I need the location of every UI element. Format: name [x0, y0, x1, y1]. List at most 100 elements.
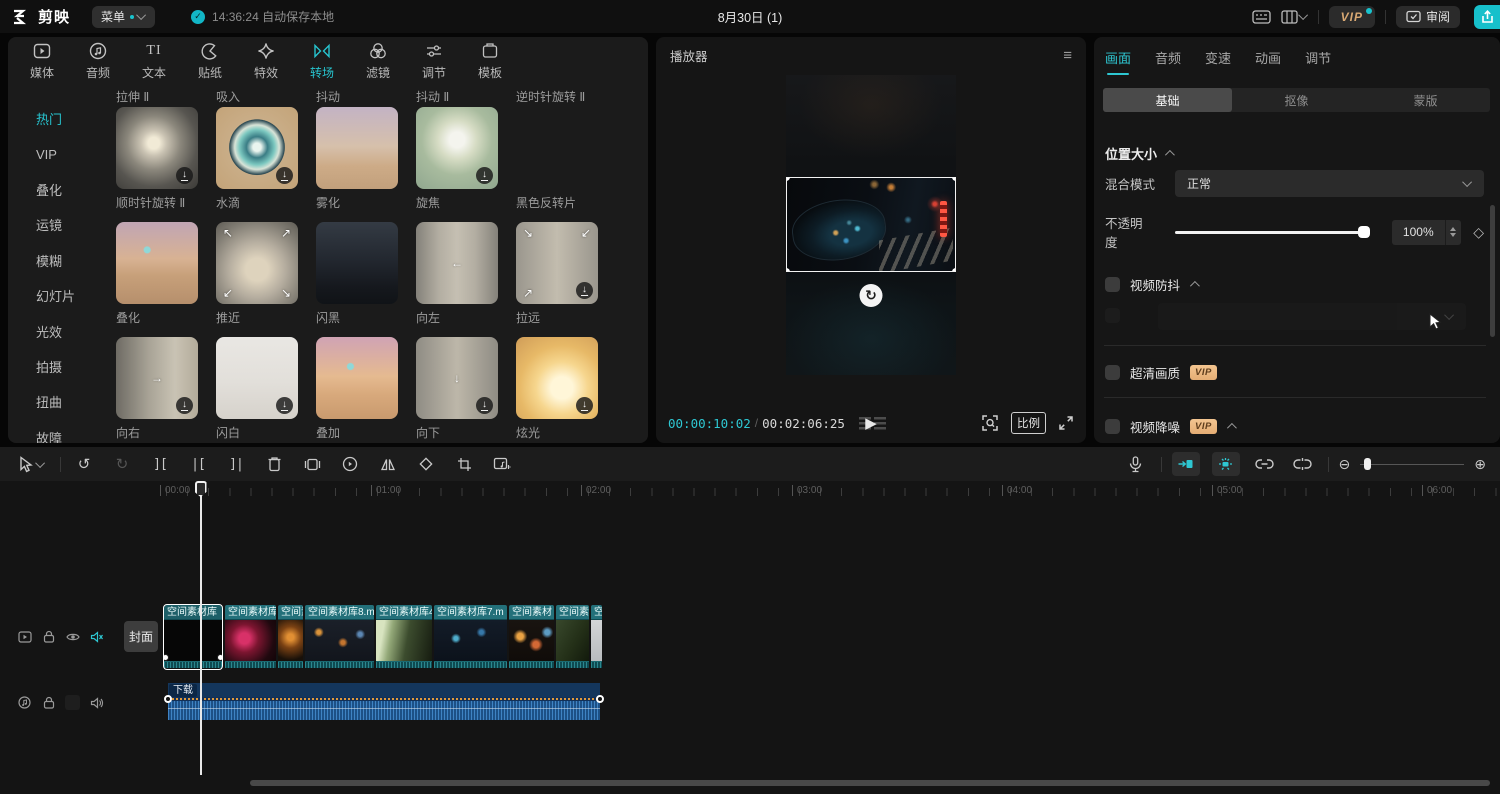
tab-adjust[interactable]: 调节: [406, 37, 462, 85]
playhead-line[interactable]: [200, 483, 202, 775]
transition-item[interactable]: 闪黑: [316, 222, 398, 337]
timeline-zoom-slider[interactable]: [1360, 457, 1464, 471]
tab-audio[interactable]: 音频: [70, 37, 126, 85]
keyframe-icon[interactable]: ◇: [1473, 224, 1484, 241]
volume-line[interactable]: [168, 698, 600, 700]
app-logo[interactable]: 剪映: [12, 6, 70, 27]
category-blur[interactable]: 模糊: [8, 243, 108, 278]
transition-item[interactable]: ↓ 水滴: [216, 107, 298, 222]
transition-item[interactable]: ↘↙ ↗↖ ↓ 拉远: [516, 222, 598, 337]
trim-handle[interactable]: [217, 654, 222, 661]
resize-handle[interactable]: [952, 268, 956, 272]
video-clip[interactable]: 空: [591, 605, 602, 669]
review-button[interactable]: 审阅: [1396, 6, 1460, 28]
subtab-chroma-key[interactable]: 抠像: [1232, 88, 1361, 112]
denoise-checkbox[interactable]: [1105, 419, 1120, 434]
overlay-button[interactable]: [299, 451, 325, 477]
rotate-button[interactable]: [413, 451, 439, 477]
transition-item[interactable]: ← 向左: [416, 222, 498, 337]
redo-button[interactable]: ↻: [109, 451, 135, 477]
transition-item[interactable]: ↖↗ ↙↘ 推近: [216, 222, 298, 337]
preview-focus-icon[interactable]: [981, 414, 999, 432]
delete-left-button[interactable]: |[: [185, 451, 211, 477]
transition-item[interactable]: →↓ 向右: [116, 337, 198, 443]
zoom-out-icon[interactable]: ⊖: [1339, 456, 1351, 473]
player-menu-icon[interactable]: ≡: [1063, 47, 1072, 64]
tab-animation[interactable]: 动画: [1255, 48, 1281, 75]
resize-handle[interactable]: [786, 268, 790, 272]
stabilize-checkbox[interactable]: [1105, 277, 1120, 292]
detach-audio-button[interactable]: [489, 451, 515, 477]
category-glitch[interactable]: 故障: [8, 420, 108, 443]
opacity-value[interactable]: 100%: [1392, 220, 1445, 245]
resize-handle[interactable]: [952, 177, 956, 181]
timeline-ruler[interactable]: [166, 488, 1500, 496]
tab-sticker[interactable]: 贴纸: [182, 37, 238, 85]
tab-adjust-props[interactable]: 调节: [1305, 48, 1331, 75]
resize-handle[interactable]: [786, 177, 790, 181]
opacity-stepper[interactable]: [1445, 220, 1462, 245]
tab-speed[interactable]: 变速: [1205, 48, 1231, 75]
video-clip-selected[interactable]: 空间素材库: [164, 605, 222, 669]
delete-right-button[interactable]: ]|: [223, 451, 249, 477]
category-dissolve[interactable]: 叠化: [8, 172, 108, 207]
rotate-handle[interactable]: ↻: [860, 284, 883, 307]
tab-video[interactable]: 画面: [1105, 48, 1131, 75]
mirror-button[interactable]: [375, 451, 401, 477]
audio-clip[interactable]: 下载: [168, 683, 600, 720]
horizontal-scrollbar[interactable]: [250, 780, 1490, 786]
category-vip[interactable]: VIP: [8, 136, 108, 171]
section-position-size[interactable]: 位置大小: [1105, 144, 1172, 163]
selected-video-layer[interactable]: [786, 177, 956, 272]
split-button[interactable]: ][: [147, 451, 173, 477]
freeze-frame-button[interactable]: [337, 451, 363, 477]
subtab-mask[interactable]: 蒙版: [1361, 88, 1490, 112]
category-camera-move[interactable]: 运镜: [8, 207, 108, 242]
shortcut-keyboard-icon[interactable]: [1252, 10, 1271, 24]
lock-icon[interactable]: [41, 695, 56, 710]
volume-keyframe-handle[interactable]: [596, 695, 604, 703]
category-slideshow[interactable]: 幻灯片: [8, 278, 108, 313]
category-warp[interactable]: 扭曲: [8, 384, 108, 419]
aspect-ratio-button[interactable]: 比例: [1011, 412, 1046, 434]
zoom-in-icon[interactable]: ⊕: [1474, 456, 1486, 473]
tab-text[interactable]: TI 文本: [126, 37, 182, 85]
subtab-basic[interactable]: 基础: [1103, 88, 1232, 112]
opacity-slider[interactable]: [1175, 225, 1368, 239]
transition-item[interactable]: 叠加: [316, 337, 398, 443]
layout-switch-button[interactable]: [1281, 10, 1308, 24]
category-shoot[interactable]: 拍摄: [8, 349, 108, 384]
scrollbar[interactable]: [1490, 205, 1495, 337]
tab-media[interactable]: 媒体: [14, 37, 70, 85]
tab-templates[interactable]: 模板: [462, 37, 518, 85]
tab-audio-props[interactable]: 音频: [1155, 48, 1181, 75]
transition-item[interactable]: ↓ 闪白: [216, 337, 298, 443]
category-light[interactable]: 光效: [8, 313, 108, 348]
video-clip[interactable]: 空间素材库: [225, 605, 276, 669]
transition-item[interactable]: 黑色反转片: [516, 107, 598, 222]
crop-button[interactable]: [451, 451, 477, 477]
tab-filters[interactable]: 滤镜: [350, 37, 406, 85]
transition-item[interactable]: 雾化: [316, 107, 398, 222]
tab-transitions[interactable]: 转场: [294, 37, 350, 85]
video-clip[interactable]: 空间素材: [556, 605, 589, 669]
auto-snap-toggle[interactable]: [1212, 452, 1240, 476]
select-tool-button[interactable]: [14, 451, 48, 477]
volume-keyframe-handle[interactable]: [164, 695, 172, 703]
slider-knob[interactable]: [1364, 458, 1371, 470]
transition-item[interactable]: ↓↓ 向下: [416, 337, 498, 443]
tab-effects[interactable]: 特效: [238, 37, 294, 85]
video-clip[interactable]: 空间素材库7.m: [434, 605, 507, 669]
record-voiceover-button[interactable]: [1123, 451, 1149, 477]
video-clip[interactable]: 空间素材库4: [376, 605, 432, 669]
timeline[interactable]: 00:00 01:00 02:00 03:00 04:00 05:00 06:0…: [0, 481, 1500, 794]
export-button[interactable]: [1474, 5, 1500, 29]
video-clip[interactable]: 空间素材库8.m: [305, 605, 374, 669]
delete-button[interactable]: [261, 451, 287, 477]
main-track-magnet-toggle[interactable]: [1172, 452, 1200, 476]
fullscreen-icon[interactable]: [1058, 415, 1074, 431]
category-hot[interactable]: 热门: [8, 101, 108, 136]
menu-button[interactable]: 菜单: [92, 6, 155, 28]
blend-mode-dropdown[interactable]: 正常: [1175, 170, 1484, 197]
preview-canvas[interactable]: ↻: [786, 75, 956, 375]
